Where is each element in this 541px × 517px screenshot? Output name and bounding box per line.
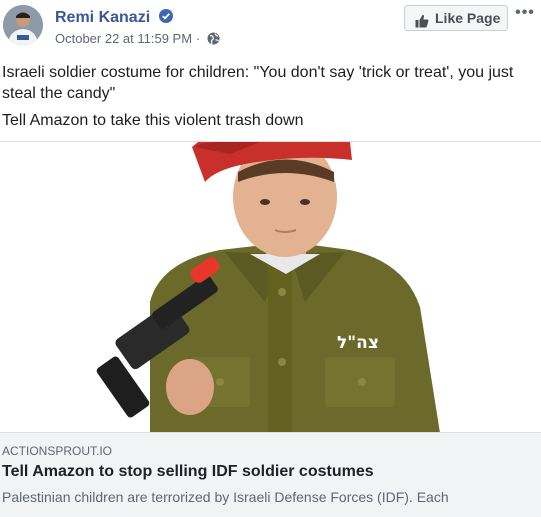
link-preview-image[interactable]: צה"ל: [0, 141, 541, 433]
author-name-text[interactable]: Remi Kanazi: [55, 9, 150, 26]
link-preview[interactable]: ACTIONSPROUT.IO Tell Amazon to stop sell…: [0, 432, 541, 517]
globe-icon[interactable]: [207, 32, 220, 45]
post-header: Remi Kanazi October 22 at 11:59 PM · Lik…: [0, 0, 541, 56]
verified-badge-icon: [158, 9, 173, 23]
link-headline[interactable]: Tell Amazon to stop selling IDF soldier …: [2, 462, 374, 482]
post-text: Israeli soldier costume for children: "Y…: [2, 62, 532, 137]
more-options-icon[interactable]: •••: [512, 0, 538, 26]
like-page-button[interactable]: Like Page: [404, 5, 508, 31]
post-text-line-1: Israeli soldier costume for children: "Y…: [2, 64, 514, 102]
link-domain: ACTIONSPROUT.IO: [2, 444, 113, 458]
uniform-insignia-text: צה"ל: [337, 333, 379, 353]
thumbs-up-icon: [415, 11, 429, 28]
meta-separator: ·: [195, 31, 201, 46]
post-text-line-2: Tell Amazon to take this violent trash d…: [2, 112, 304, 129]
like-page-label[interactable]: Like Page: [435, 10, 500, 26]
post-timestamp[interactable]: October 22 at 11:59 PM: [55, 31, 192, 46]
avatar[interactable]: [3, 5, 43, 45]
author-name[interactable]: Remi Kanazi: [55, 8, 173, 28]
link-description: Palestinian children are terrorized by I…: [2, 489, 449, 505]
post-meta: October 22 at 11:59 PM ·: [55, 31, 220, 47]
